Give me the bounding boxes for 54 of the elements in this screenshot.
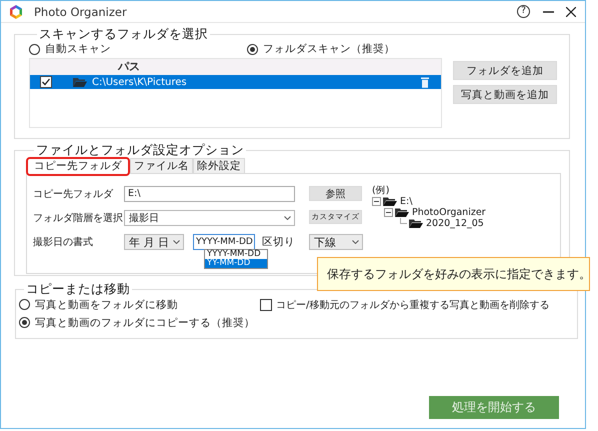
group-title: ファイルとフォルダ設定オプション bbox=[36, 142, 244, 157]
input-field[interactable]: E:\ bbox=[124, 186, 295, 202]
chevron-down-icon bbox=[352, 240, 359, 244]
example-label: (例) bbox=[372, 185, 390, 196]
radio-label: 写真と動画をフォルダに移動 bbox=[35, 298, 178, 312]
radio-button[interactable] bbox=[19, 299, 30, 310]
radio-button[interactable] bbox=[19, 317, 30, 328]
folder-path: C:\Users\K\Pictures bbox=[92, 76, 187, 88]
dropdown[interactable]: 下線 bbox=[309, 234, 363, 250]
add-button[interactable]: フォルダを追加 bbox=[453, 61, 557, 80]
list-row[interactable]: C:\Users\K\Pictures bbox=[30, 75, 441, 89]
folder-icon bbox=[73, 77, 87, 87]
field-label: コピー先フォルダ bbox=[33, 188, 114, 201]
column-header: パス bbox=[30, 59, 441, 75]
dropdown-option[interactable]: YYYY-MM-DD bbox=[205, 250, 267, 259]
close-icon[interactable] bbox=[566, 6, 576, 16]
trash-icon[interactable] bbox=[421, 76, 429, 88]
group-title: コピーまたは移動 bbox=[26, 281, 130, 296]
tab[interactable]: ファイル名 bbox=[130, 158, 193, 173]
dropdown[interactable]: YYYY-MM-DD bbox=[193, 234, 255, 250]
radio-button[interactable] bbox=[29, 44, 40, 54]
connector-line bbox=[400, 218, 407, 224]
collapse-icon[interactable] bbox=[384, 208, 393, 217]
folder-icon bbox=[395, 208, 409, 217]
checkbox[interactable] bbox=[260, 298, 272, 310]
tree-item: PhotoOrganizer bbox=[412, 207, 486, 218]
radio-label: フォルダスキャン（推奨） bbox=[263, 42, 395, 56]
radio-button[interactable] bbox=[247, 44, 258, 54]
folder-icon bbox=[409, 219, 423, 228]
checkbox-label: コピー/移動元のフォルダから重複する写真と動画を削除する bbox=[276, 298, 550, 312]
dropdown[interactable]: 年 月 日 bbox=[124, 234, 184, 250]
dropdown-option[interactable]: YY-MM-DD bbox=[205, 259, 267, 268]
tree-item: 2020_12_05 bbox=[426, 218, 484, 229]
radio-label: 自動スキャン bbox=[45, 42, 111, 56]
chevron-down-icon bbox=[173, 240, 180, 244]
field-label: フォルダ階層を選択 bbox=[33, 212, 124, 225]
tab[interactable]: コピー先フォルダ bbox=[26, 157, 130, 176]
add-button[interactable]: 写真と動画を追加 bbox=[453, 85, 557, 104]
window-title: Photo Organizer bbox=[34, 4, 127, 18]
app-logo-icon bbox=[8, 4, 24, 20]
browse-button[interactable]: 参照 bbox=[309, 186, 362, 201]
chevron-down-icon bbox=[284, 216, 291, 220]
checkbox[interactable] bbox=[40, 76, 52, 88]
field-label: 撮影日の書式 bbox=[33, 236, 94, 249]
field-label: 区切り bbox=[262, 235, 295, 249]
tree-item: E:\ bbox=[400, 196, 412, 207]
folder-icon bbox=[383, 197, 397, 206]
radio-label: 写真と動画のフォルダにコピーする（推奨） bbox=[35, 316, 255, 330]
tooltip: 保存するフォルダを好みの表示に指定できます。 bbox=[317, 257, 590, 291]
dropdown[interactable]: 撮影日 bbox=[124, 210, 295, 226]
tab[interactable]: 除外設定 bbox=[193, 158, 245, 173]
collapse-icon[interactable] bbox=[372, 197, 381, 206]
help-button[interactable]: ? bbox=[517, 5, 530, 18]
group-title: スキャンするフォルダを選択 bbox=[39, 26, 208, 41]
